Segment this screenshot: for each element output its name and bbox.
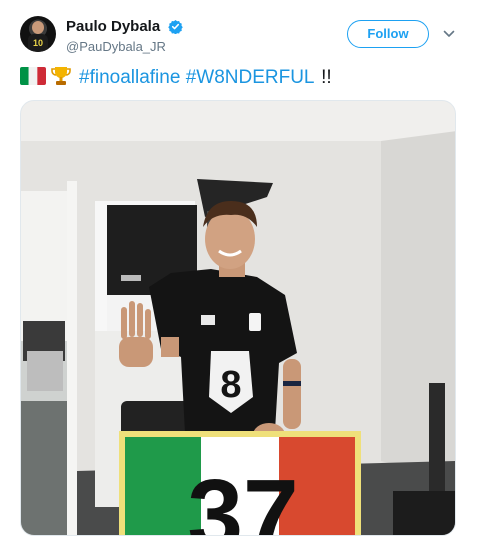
hashtag-link-finoallafine[interactable]: #finoallafine	[79, 67, 180, 88]
tweet-trailing-text: !!	[321, 67, 332, 89]
avatar-face	[32, 21, 44, 34]
tweet-header: 10 Paulo Dybala @PauDybala_JR Follow	[20, 16, 460, 56]
hashtag-link-w8nderful[interactable]: #W8NDERFUL	[186, 67, 314, 88]
italy-flag-icon	[20, 67, 46, 85]
tweet-photo[interactable]: 8 37	[20, 100, 456, 536]
shirt-number: 8	[220, 364, 241, 406]
user-handle[interactable]: @PauDybala_JR	[66, 39, 183, 54]
avatar-jersey-number: 10	[28, 34, 48, 52]
verified-badge-icon	[167, 20, 183, 35]
tweet-text: #finoallafine #W8NDERFUL !!	[20, 66, 332, 90]
author-block[interactable]: Paulo Dybala @PauDybala_JR	[66, 18, 183, 54]
display-name[interactable]: Paulo Dybala	[66, 18, 160, 35]
avatar[interactable]: 10	[20, 16, 56, 52]
chevron-down-icon[interactable]	[443, 28, 455, 40]
photo-illustration: 8 37	[21, 101, 455, 536]
sign-number: 37	[187, 459, 298, 536]
follow-button[interactable]: Follow	[347, 20, 429, 48]
trophy-icon	[51, 67, 71, 85]
